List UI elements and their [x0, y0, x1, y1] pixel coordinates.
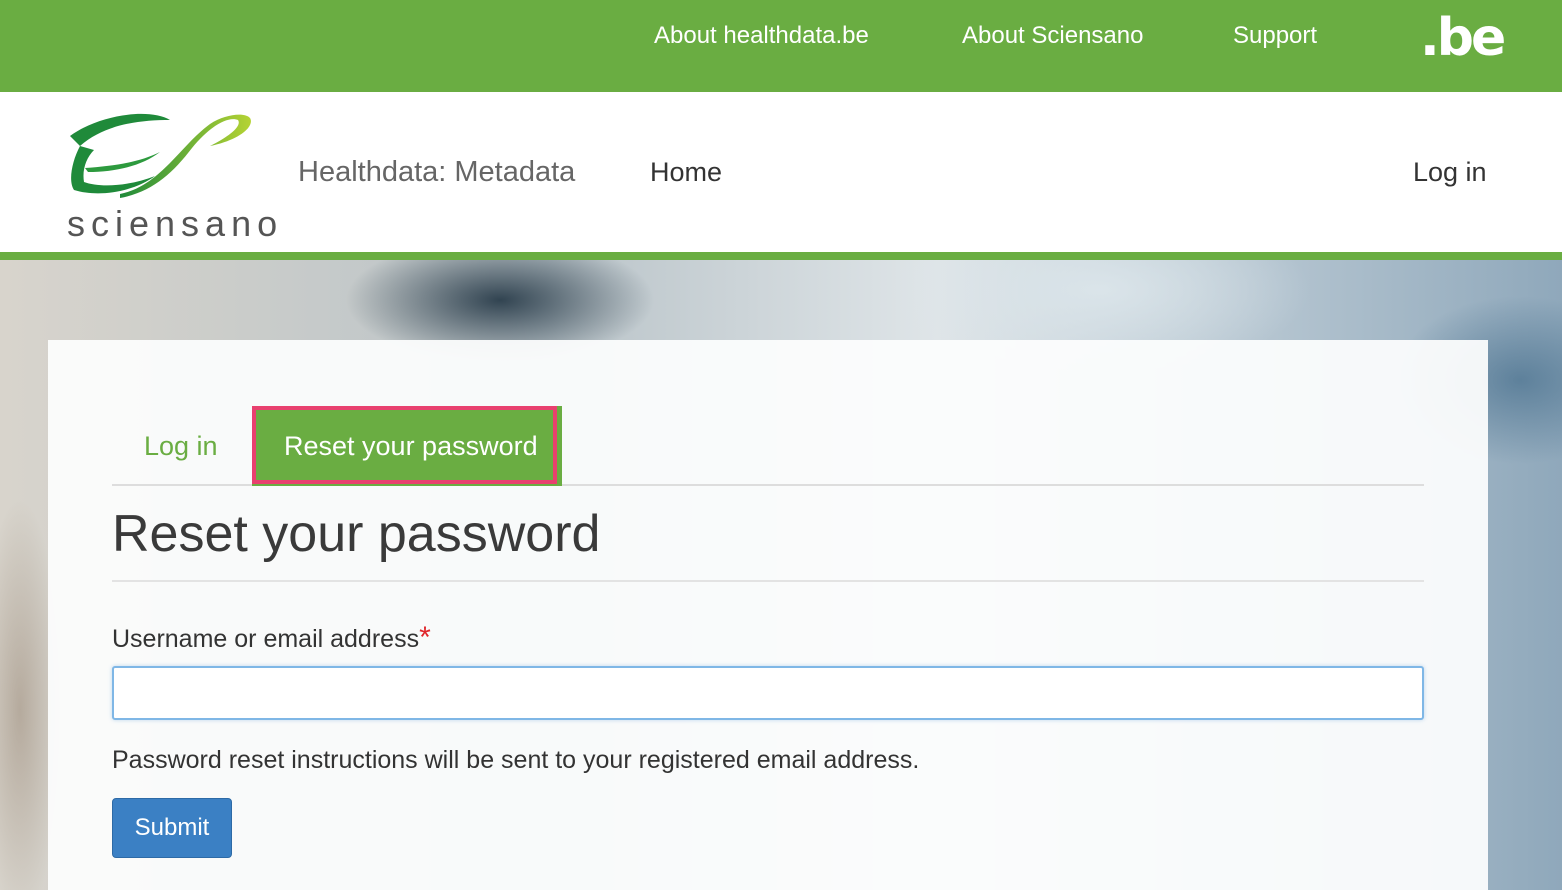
about-healthdata-link[interactable]: About healthdata.be	[654, 20, 869, 52]
username-label: Username or email address*	[112, 622, 431, 655]
support-link[interactable]: Support	[1233, 20, 1317, 52]
header-divider	[0, 252, 1562, 260]
page-title: Reset your password	[112, 505, 601, 563]
sciensano-logo[interactable]: sciensano	[60, 106, 277, 244]
logo-text: sciensano	[67, 203, 284, 244]
about-sciensano-link[interactable]: About Sciensano	[962, 20, 1143, 52]
username-label-text: Username or email address	[112, 625, 420, 653]
reset-password-card: Log in Reset your password Reset your pa…	[48, 340, 1488, 890]
nav-home-link[interactable]: Home	[650, 154, 722, 190]
be-logo[interactable]: .be	[1420, 8, 1506, 68]
site-name[interactable]: Healthdata: Metadata	[298, 154, 575, 190]
submit-button[interactable]: Submit	[112, 798, 232, 858]
tab-login[interactable]: Log in	[144, 428, 218, 464]
nav-login-link[interactable]: Log in	[1413, 154, 1487, 190]
top-bar: About healthdata.be About Sciensano Supp…	[0, 0, 1562, 92]
leaf-logo-icon	[70, 113, 251, 198]
tab-bar: Log in Reset your password	[112, 406, 1424, 486]
title-divider	[112, 580, 1424, 582]
tab-reset-password[interactable]: Reset your password	[252, 406, 562, 486]
help-text: Password reset instructions will be sent…	[112, 746, 920, 774]
site-header: sciensano Healthdata: Metadata Home Log …	[0, 92, 1562, 252]
required-marker: *	[419, 621, 431, 654]
tab-reset-label: Reset your password	[284, 431, 538, 461]
username-email-input[interactable]	[112, 666, 1424, 720]
